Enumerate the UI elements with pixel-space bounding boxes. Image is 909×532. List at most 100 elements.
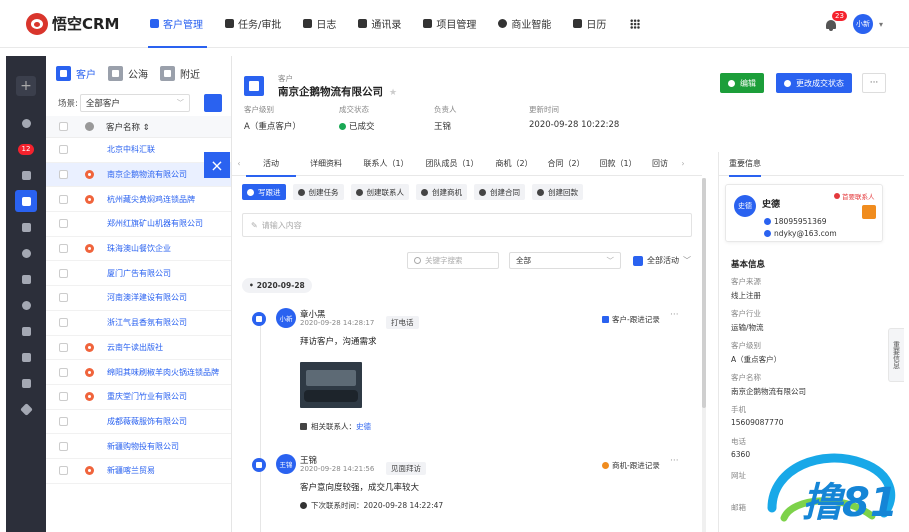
nav-contacts[interactable]: 通讯录 xyxy=(348,0,413,48)
column-customer-name[interactable]: 客户名称 ⇕ xyxy=(106,121,150,133)
sidebar-send[interactable] xyxy=(6,396,46,422)
customer-name-link[interactable]: 珠海澳山餐饮企业 xyxy=(107,243,171,254)
close-icon[interactable]: × xyxy=(204,152,230,178)
brand-logo[interactable]: 悟空CRM xyxy=(26,12,126,35)
sidebar-leads[interactable] xyxy=(6,162,46,188)
tab-important-info[interactable]: 重要信息 xyxy=(729,152,761,177)
row-checkbox[interactable] xyxy=(59,466,68,476)
activity-scrollbar[interactable] xyxy=(702,178,706,532)
sidebar-payment[interactable] xyxy=(6,240,46,266)
create-task-button[interactable]: 创建任务 xyxy=(292,184,344,200)
sidebar-product[interactable] xyxy=(6,292,46,318)
row-checkbox[interactable] xyxy=(59,441,68,451)
row-checkbox[interactable] xyxy=(59,194,68,204)
table-row[interactable]: 浙江气县香氛有限公司 xyxy=(46,311,231,336)
sidebar-box[interactable] xyxy=(6,370,46,396)
row-checkbox[interactable] xyxy=(59,392,68,402)
write-followup-button[interactable]: 写跟进 xyxy=(242,184,286,200)
user-avatar[interactable]: 小新 xyxy=(852,14,873,34)
tab-team[interactable]: 团队成员（1） xyxy=(416,152,488,176)
row-checkbox[interactable] xyxy=(59,145,68,155)
tab-revisit[interactable]: 回访 xyxy=(644,152,676,176)
table-row[interactable]: 绵阳其味刷椒羊肉火锅连锁品牌 xyxy=(46,360,231,385)
tab-activity[interactable]: 活动 xyxy=(246,152,296,177)
phone-call-icon[interactable] xyxy=(862,205,876,219)
nav-bi[interactable]: 商业智能 xyxy=(488,0,563,48)
tab-payment[interactable]: 回款（1） xyxy=(592,152,644,176)
avatar[interactable]: 小新 xyxy=(276,308,296,328)
customer-name-link[interactable]: 杭州藏尖黄焖鸡连锁品牌 xyxy=(107,194,195,205)
table-row[interactable]: 珠海澳山餐饮企业 xyxy=(46,237,231,262)
create-contract-button[interactable]: 创建合同 xyxy=(474,184,525,200)
table-row[interactable]: 成都薇薇服饰有限公司 xyxy=(46,410,231,435)
sidebar-contract[interactable] xyxy=(6,214,46,240)
activity-relation[interactable]: 客户-跟进记录 xyxy=(602,314,660,325)
activity-type-select[interactable]: 全部 ﹀ xyxy=(509,252,621,269)
row-checkbox[interactable] xyxy=(59,318,68,328)
table-row[interactable]: 厦门广告有限公司 xyxy=(46,261,231,287)
chevron-down-icon[interactable]: ▾ xyxy=(879,20,883,29)
create-contact-button[interactable]: 创建联系人 xyxy=(350,184,409,200)
plus-icon[interactable]: + xyxy=(16,76,36,96)
customer-name-link[interactable]: 新疆喀兰贸易 xyxy=(107,465,155,476)
row-checkbox[interactable] xyxy=(59,268,68,278)
customer-name-link[interactable]: 云南午读出版社 xyxy=(107,342,163,353)
tab-public-pool[interactable]: 公海 xyxy=(108,65,148,81)
attachment-image[interactable] xyxy=(300,362,362,408)
tabs-next-icon[interactable]: › xyxy=(676,152,690,176)
table-row[interactable]: 河南澳洋建设有限公司 xyxy=(46,286,231,311)
customer-name-link[interactable]: 河南澳洋建设有限公司 xyxy=(107,292,187,303)
related-contact-link[interactable]: 史德 xyxy=(356,421,371,432)
more-icon[interactable]: ··· xyxy=(670,456,679,466)
sidebar-ledger[interactable] xyxy=(6,318,46,344)
create-payment-button[interactable]: 创建回款 xyxy=(532,184,583,200)
star-icon[interactable]: ★ xyxy=(389,88,397,98)
customer-name-link[interactable]: 厦门广告有限公司 xyxy=(107,268,171,279)
tab-details[interactable]: 详细资料 xyxy=(296,152,356,176)
sidebar-home[interactable] xyxy=(6,344,46,370)
table-row[interactable]: 新疆购物投有限公司 xyxy=(46,434,231,459)
all-activities-dropdown[interactable]: 全部活动 ﹀ xyxy=(633,255,691,266)
table-row[interactable]: 重庆堂门竹业有限公司 xyxy=(46,385,231,410)
tabs-prev-icon[interactable]: ‹ xyxy=(232,152,246,176)
row-checkbox[interactable] xyxy=(59,416,68,426)
bell-icon[interactable]: 23 xyxy=(825,10,847,31)
important-info-side-tab[interactable]: 重要信息 xyxy=(888,328,904,382)
row-checkbox[interactable] xyxy=(59,170,68,180)
note-input[interactable]: ✎ 请输入内容 xyxy=(242,213,692,237)
table-row[interactable]: 郑州红旗矿山机器有限公司 xyxy=(46,212,231,237)
customer-name-link[interactable]: 浙江气县香氛有限公司 xyxy=(107,317,187,328)
row-checkbox[interactable] xyxy=(59,244,68,254)
table-row[interactable]: 新疆喀兰贸易 xyxy=(46,459,231,484)
row-checkbox[interactable] xyxy=(59,219,68,229)
customer-name-link[interactable]: 成都薇薇服饰有限公司 xyxy=(107,416,187,427)
customer-name-link[interactable]: 南京企鹅物流有限公司 xyxy=(107,169,187,180)
tab-customer[interactable]: 客户 xyxy=(56,65,96,81)
sidebar-todo[interactable]: 12 xyxy=(6,136,46,162)
avatar[interactable]: 王锦 xyxy=(276,454,296,474)
tab-opportunity[interactable]: 商机（2） xyxy=(488,152,540,176)
customer-name-link[interactable]: 新疆购物投有限公司 xyxy=(107,441,179,452)
scene-select[interactable]: 全部客户 ﹀ xyxy=(79,94,190,112)
create-opportunity-button[interactable]: 创建商机 xyxy=(416,184,467,200)
row-checkbox[interactable] xyxy=(59,293,68,303)
table-row[interactable]: 杭州藏尖黄焖鸡连锁品牌 xyxy=(46,187,231,213)
nav-tasks-approval[interactable]: 任务/审批 xyxy=(215,0,293,48)
customer-name-link[interactable]: 郑州红旗矿山机器有限公司 xyxy=(107,218,203,229)
select-all-checkbox[interactable] xyxy=(59,122,68,131)
nav-projects[interactable]: 项目管理 xyxy=(413,0,488,48)
scrollbar-thumb[interactable] xyxy=(702,178,706,408)
change-deal-status-button[interactable]: 更改成交状态 xyxy=(776,73,852,93)
sidebar-customer[interactable] xyxy=(15,190,37,212)
sidebar-dashboard[interactable] xyxy=(6,110,46,136)
customer-name-link[interactable]: 重庆堂门竹业有限公司 xyxy=(107,391,187,402)
keyword-search-input[interactable]: 关键字搜索 xyxy=(407,252,499,269)
tab-nearby[interactable]: 附近 xyxy=(160,65,200,81)
avatar[interactable]: 史德 xyxy=(734,195,756,217)
customer-name-link[interactable]: 绵阳其味刷椒羊肉火锅连锁品牌 xyxy=(107,367,219,378)
nav-apps[interactable] xyxy=(618,0,652,48)
edit-button[interactable]: 编辑 xyxy=(720,73,764,93)
filter-button[interactable] xyxy=(203,94,222,112)
nav-calendar[interactable]: 日历 xyxy=(563,0,618,48)
nav-customer-management[interactable]: 客户管理 xyxy=(140,0,215,48)
